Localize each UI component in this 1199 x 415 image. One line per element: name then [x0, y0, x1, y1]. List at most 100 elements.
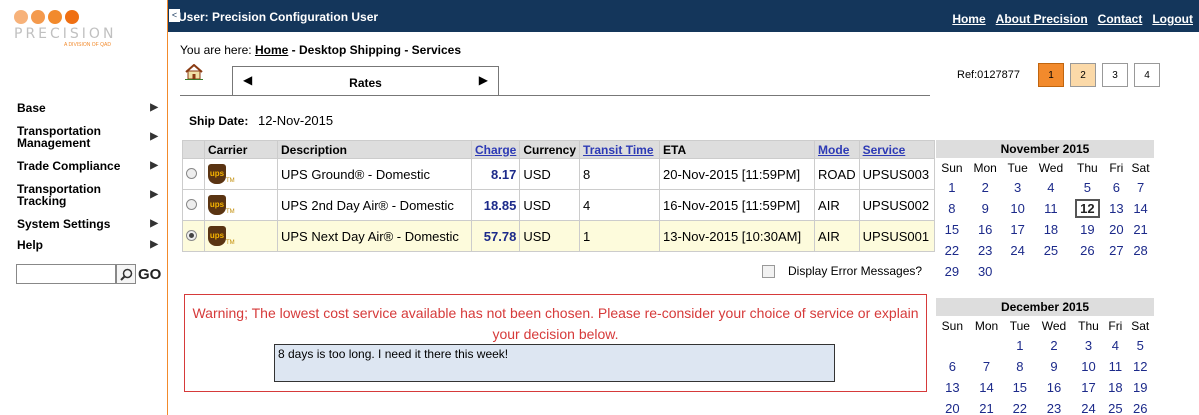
calendar-day[interactable]: 1 [1004, 335, 1035, 356]
display-error-messages-checkbox[interactable] [762, 264, 775, 278]
calendar-day[interactable]: 16 [1035, 377, 1072, 398]
calendar-day[interactable]: 20 [936, 398, 969, 415]
calendar-day[interactable]: 24 [1073, 398, 1105, 415]
sidebar-item-transportation-tracking[interactable]: Transportation Tracking ▶ [0, 176, 168, 214]
calendar-day[interactable]: 13 [936, 377, 969, 398]
calendar-day[interactable]: 15 [1004, 377, 1035, 398]
calendar-day[interactable]: 15 [936, 219, 968, 240]
calendar-day[interactable]: 25 [1104, 398, 1126, 415]
calendar-day[interactable]: 12 [1126, 356, 1154, 377]
sidebar-item-help[interactable]: Help ▶ [0, 234, 168, 256]
calendar-day-today[interactable]: 12 [1075, 199, 1100, 218]
page-button-3[interactable]: 3 [1102, 63, 1128, 87]
column-header-charge[interactable]: Charge [470, 140, 521, 159]
calendar-day[interactable]: 6 [1106, 177, 1128, 198]
tab-label: Rates [349, 76, 382, 90]
column-header-transit-time[interactable]: Transit Time [579, 140, 661, 159]
service-radio[interactable] [186, 167, 197, 179]
calendar-day[interactable]: 26 [1069, 240, 1105, 261]
calendar-day[interactable]: 14 [1127, 198, 1154, 219]
calendar-day[interactable]: 30 [968, 261, 1003, 282]
contact-link[interactable]: Contact [1098, 12, 1143, 26]
about-precision-link[interactable]: About Precision [996, 12, 1088, 26]
sidebar-item-base[interactable]: Base ▶ [0, 98, 168, 118]
calendar-day[interactable]: 24 [1003, 240, 1033, 261]
calendar-weekday-row: Sun Mon Tue Wed Thu Fri Sat [936, 316, 1154, 335]
calendar-day[interactable]: 19 [1126, 377, 1154, 398]
calendar-day[interactable]: 9 [1035, 356, 1072, 377]
calendar-day[interactable]: 29 [936, 261, 968, 282]
calendar-day[interactable]: 10 [1003, 198, 1033, 219]
calendar-day[interactable]: 16 [968, 219, 1003, 240]
calendar-day[interactable]: 3 [1003, 177, 1033, 198]
sidebar-item-transportation-management[interactable]: Transportation Management ▶ [0, 118, 168, 156]
table-row[interactable]: upsTM UPS Next Day Air® - Domestic 57.78… [182, 220, 935, 252]
calendar-day[interactable]: 7 [1127, 177, 1154, 198]
eta-cell: 20-Nov-2015 [11:59PM] [659, 158, 816, 190]
calendar-day[interactable]: 2 [1035, 335, 1072, 356]
precision-logo[interactable]: PRECISION A DIVISION OF QAD [0, 0, 168, 60]
calendar-day[interactable]: 7 [969, 356, 1005, 377]
page-button-1[interactable]: 1 [1038, 63, 1064, 87]
search-input[interactable] [16, 264, 116, 284]
chevron-right-icon: ▶ [150, 218, 158, 229]
logo-wordmark: PRECISION [14, 26, 117, 42]
sidebar-item-system-settings[interactable]: System Settings ▶ [0, 214, 168, 234]
calendar-day[interactable]: 22 [936, 240, 968, 261]
tab-next-arrow-icon[interactable]: ▶ [479, 73, 488, 87]
calendar-day[interactable]: 20 [1106, 219, 1128, 240]
calendar-day[interactable]: 5 [1069, 177, 1105, 198]
calendar-day[interactable]: 4 [1033, 177, 1069, 198]
calendar-day[interactable]: 6 [936, 356, 969, 377]
calendar-day[interactable]: 22 [1004, 398, 1035, 415]
sidebar: PRECISION A DIVISION OF QAD Base ▶ Transp… [0, 0, 168, 415]
service-radio-selected[interactable] [186, 229, 197, 241]
calendar-day[interactable]: 2 [968, 177, 1003, 198]
page-button-4[interactable]: 4 [1134, 63, 1160, 87]
calendar-day[interactable]: 17 [1003, 219, 1033, 240]
logo-dot [31, 10, 45, 24]
calendar-day[interactable]: 28 [1127, 240, 1154, 261]
table-row[interactable]: upsTM UPS Ground® - Domestic 8.17 USD 8 … [182, 158, 935, 190]
sidebar-item-trade-compliance[interactable]: Trade Compliance ▶ [0, 156, 168, 176]
calendar-day[interactable]: 5 [1126, 335, 1154, 356]
calendar-day[interactable]: 14 [969, 377, 1005, 398]
calendar-day[interactable]: 3 [1073, 335, 1105, 356]
tab-rates[interactable]: ◀ Rates ▶ [232, 66, 499, 96]
calendar-day[interactable]: 1 [936, 177, 968, 198]
search-icon[interactable] [116, 264, 136, 284]
table-row[interactable]: upsTM UPS 2nd Day Air® - Domestic 18.85 … [182, 189, 935, 221]
calendar-day[interactable]: 9 [968, 198, 1003, 219]
calendar-day[interactable]: 27 [1106, 240, 1128, 261]
calendar-day[interactable]: 13 [1106, 198, 1128, 219]
column-header-mode[interactable]: Mode [814, 140, 860, 159]
calendar-day[interactable]: 4 [1104, 335, 1126, 356]
user-label: User: Precision Configuration User [178, 10, 379, 24]
service-radio[interactable] [186, 198, 197, 210]
calendar-day[interactable]: 19 [1069, 219, 1105, 240]
calendar-day[interactable]: 11 [1104, 356, 1126, 377]
calendar-day[interactable]: 12 [1069, 198, 1105, 219]
calendar-day[interactable]: 18 [1104, 377, 1126, 398]
page-button-2[interactable]: 2 [1070, 63, 1096, 87]
calendar-day[interactable]: 21 [969, 398, 1005, 415]
column-header-service[interactable]: Service [858, 140, 935, 159]
calendar-day[interactable]: 18 [1033, 219, 1069, 240]
calendar-empty-cell [1033, 261, 1069, 282]
calendar-day[interactable]: 23 [1035, 398, 1072, 415]
calendar-day[interactable]: 23 [968, 240, 1003, 261]
calendar-day[interactable]: 21 [1127, 219, 1154, 240]
go-button[interactable]: GO [138, 266, 161, 283]
home-icon[interactable] [185, 64, 203, 80]
calendar-day[interactable]: 8 [936, 198, 968, 219]
breadcrumb-home-link[interactable]: Home [255, 43, 288, 57]
home-link[interactable]: Home [952, 12, 985, 26]
calendar-day[interactable]: 10 [1073, 356, 1105, 377]
logout-link[interactable]: Logout [1152, 12, 1193, 26]
reason-textarea[interactable]: 8 days is too long. I need it there this… [274, 344, 835, 382]
calendar-day[interactable]: 25 [1033, 240, 1069, 261]
calendar-day[interactable]: 26 [1126, 398, 1154, 415]
calendar-day[interactable]: 11 [1033, 198, 1069, 219]
calendar-day[interactable]: 17 [1073, 377, 1105, 398]
calendar-day[interactable]: 8 [1004, 356, 1035, 377]
